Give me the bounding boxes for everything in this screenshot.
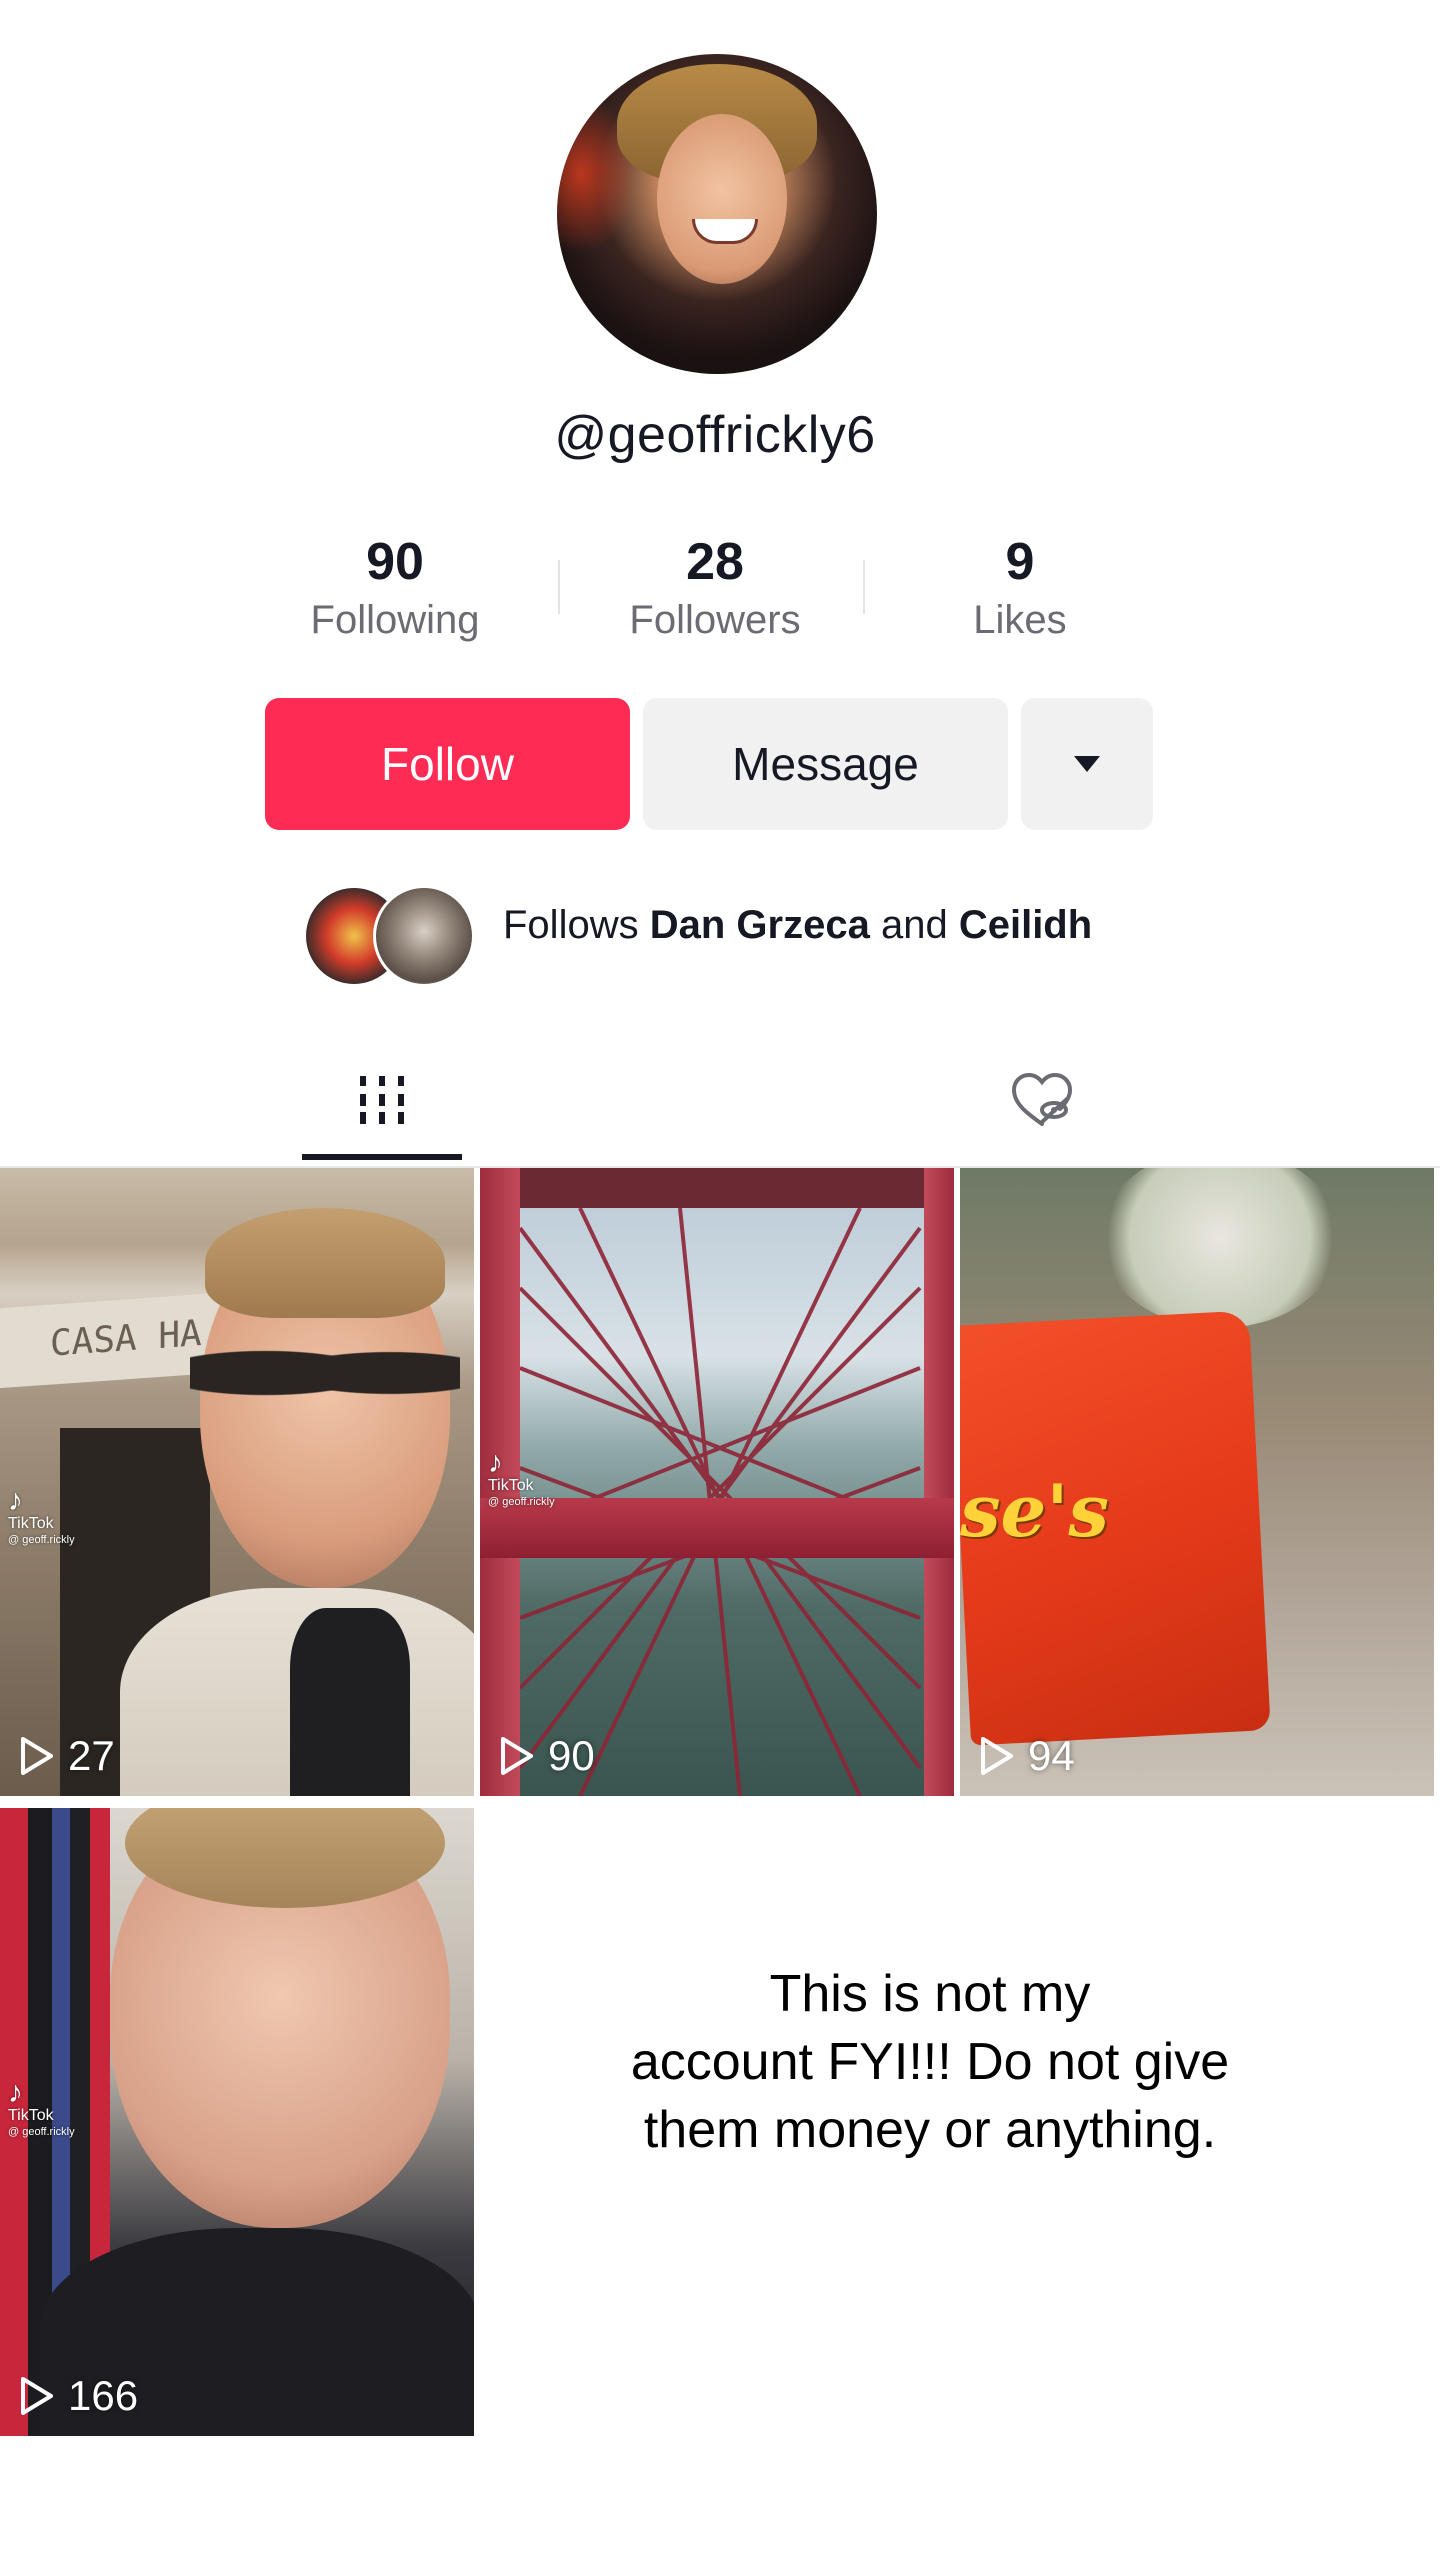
stat-likes[interactable]: 9 Likes [890,530,1150,646]
follow-button[interactable]: Follow [265,698,630,830]
mutual-joiner: and [880,903,948,947]
video-subject-shirt [290,1608,410,1796]
watermark-brand: TikTok [488,1477,534,1494]
stat-followers[interactable]: 28 Followers [585,530,845,646]
video-subject-hair [205,1208,445,1318]
stat-following-value: 90 [366,533,424,591]
watermark-brand: TikTok [8,2107,54,2124]
view-count: 27 [18,1732,115,1780]
stat-divider [863,560,865,614]
mutual-avatar-2 [373,885,475,987]
profile-tabs [0,1040,1440,1168]
view-count: 166 [18,2372,138,2420]
tiktok-watermark: ♪ TikTok @ geoff.rickly [488,1448,555,1510]
profile-stats: 90 Following 28 Followers 9 Likes [265,530,1185,660]
stat-following[interactable]: 90 Following [265,530,525,646]
tiktok-logo-icon: ♪ [8,1484,23,1517]
mutual-followers-text: Follows Dan Grzeca and Ceilidh [503,903,1092,948]
stat-followers-label: Followers [629,598,801,642]
mutual-name-1: Dan Grzeca [649,903,870,947]
play-icon [981,1737,1013,1775]
disclaimer-caption: This is not my account FYI!!! Do not giv… [520,1960,1340,2164]
sunglasses [190,1333,460,1413]
mutual-name-2: Ceilidh [958,903,1093,947]
view-count: 90 [498,1732,595,1780]
tiktok-watermark: ♪ TikTok @ geoff.rickly [8,1486,75,1548]
profile-actions: Follow Message [265,698,1165,832]
disclaimer-line-1: This is not my [769,1965,1091,2023]
view-count-value: 166 [68,2372,139,2419]
disclaimer-line-2: account FYI!!! Do not give [630,2033,1230,2091]
tiktok-logo-icon: ♪ [8,2076,23,2109]
stat-likes-value: 9 [1005,533,1035,591]
view-count-value: 90 [548,1732,595,1779]
active-tab-indicator [302,1154,462,1160]
video-thumbnail[interactable]: ♪ TikTok @ geoff.rickly 90 [480,1168,954,1796]
liked-hidden-icon [1011,1072,1073,1126]
play-icon [21,2377,53,2415]
video-thumbnail[interactable]: ♪ TikTok @ geoff.rickly 166 [0,1808,474,2436]
watermark-user: @ geoff.rickly [8,1534,75,1546]
watermark-user: @ geoff.rickly [488,1496,555,1508]
frame-right [924,1168,954,1796]
stat-divider [558,560,560,614]
candy-brand-text: se's [960,1468,1109,1553]
stat-likes-label: Likes [973,598,1067,642]
caret-down-icon [1074,756,1100,772]
tab-liked[interactable] [952,1040,1132,1160]
video-thumbnail[interactable]: se's 94 [960,1168,1434,1796]
profile-username: @geoffrickly6 [554,406,876,464]
play-icon [501,1737,533,1775]
grid-icon [360,1076,404,1124]
view-count: 94 [978,1732,1075,1780]
stat-followers-value: 28 [686,533,744,591]
frame-top [480,1168,954,1208]
watermark-brand: TikTok [8,1515,54,1532]
view-count-value: 27 [68,1732,115,1779]
play-icon [21,1737,53,1775]
tiktok-logo-icon: ♪ [488,1446,503,1479]
stat-following-label: Following [310,598,480,642]
view-count-value: 94 [1028,1732,1075,1779]
tab-videos[interactable] [292,1040,472,1160]
mutual-prefix: Follows [503,903,639,947]
disclaimer-line-3: them money or anything. [643,2101,1217,2159]
background-object [1100,1168,1340,1328]
mutual-followers[interactable]: Follows Dan Grzeca and Ceilidh [303,885,1203,987]
video-thumbnail[interactable]: CASA HA ♪ TikTok @ geoff.rickly 27 [0,1168,474,1796]
message-button[interactable]: Message [643,698,1008,830]
tiktok-watermark: ♪ TikTok @ geoff.rickly [8,2078,75,2140]
more-options-button[interactable] [1021,698,1153,830]
watermark-user: @ geoff.rickly [8,2126,75,2138]
profile-avatar[interactable] [557,54,877,374]
